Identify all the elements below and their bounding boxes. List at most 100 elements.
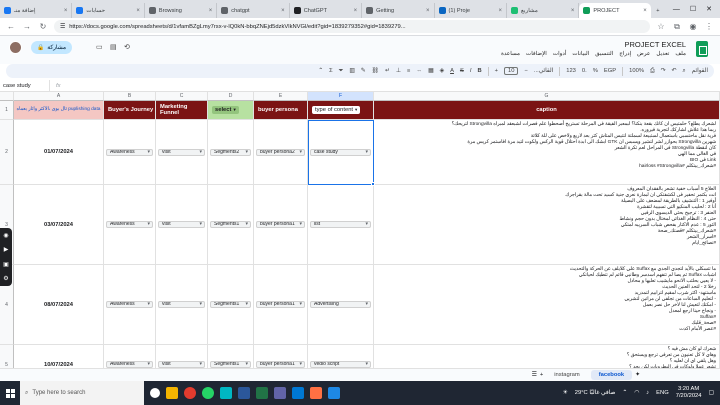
funnel-cell[interactable]: visit [156, 120, 208, 185]
language-indicator[interactable]: ENG [656, 390, 669, 396]
persona-cell[interactable]: buyer persona1 [254, 345, 308, 368]
teams-icon[interactable] [274, 387, 286, 399]
date-cell[interactable]: 03/07/2024 [14, 185, 104, 265]
funnel-dropdown-chip[interactable]: visit [158, 148, 205, 156]
wifi-icon[interactable]: ◠ [634, 390, 639, 396]
word-icon[interactable] [238, 387, 250, 399]
weather-text[interactable]: 29°C صافي غالبًا [575, 390, 616, 396]
browser-tab[interactable]: حسابات × [72, 3, 145, 18]
name-box[interactable]: case study [0, 79, 50, 92]
screen-icon[interactable]: ▣ [3, 261, 9, 268]
menu-item[interactable]: إدراج [619, 51, 631, 57]
type-cell[interactable]: Advertising [308, 265, 374, 345]
type-dropdown-chip[interactable]: list [310, 221, 371, 228]
filter-dropdown-icon[interactable]: ▾ [355, 107, 357, 112]
tray-expand-icon[interactable]: ⌃ [622, 390, 627, 396]
start-button[interactable] [0, 381, 20, 405]
browser-tab[interactable]: مشاريع × [507, 3, 580, 18]
type-dropdown-chip[interactable]: vedio script [310, 361, 371, 368]
explore-icon[interactable]: ✦ [635, 372, 640, 378]
journey-dropdown-chip[interactable]: Awareness [106, 361, 153, 368]
type-cell[interactable]: vedio script [308, 345, 374, 368]
column-header-g[interactable]: G [374, 92, 720, 101]
search-icon[interactable]: ⌕ [682, 68, 685, 75]
header-cell-d[interactable]: select ▾ [208, 101, 254, 120]
taskbar-search[interactable]: ⌕ Type here to search [20, 381, 144, 405]
journey-cell[interactable]: Awareness [104, 265, 156, 345]
font-size-increase-icon[interactable]: + [495, 68, 498, 74]
selection-fill-handle[interactable] [371, 182, 375, 186]
app-icon-3[interactable] [328, 387, 340, 399]
journey-dropdown-chip[interactable]: Awareness [106, 221, 153, 228]
chart-icon[interactable]: ▥ [349, 68, 354, 74]
extensions-icon[interactable]: ⧉ [672, 22, 682, 32]
journey-cell[interactable]: Awareness [104, 185, 156, 265]
file-explorer-icon[interactable] [166, 387, 178, 399]
app-icon-2[interactable] [310, 387, 322, 399]
type-dropdown-chip[interactable]: case study [310, 148, 371, 156]
align-icon[interactable]: ≡ [407, 68, 410, 74]
settings-icon[interactable]: ⚙ [3, 275, 8, 282]
persona-cell[interactable]: buyer persona2 [254, 120, 308, 185]
tab-close-icon[interactable]: × [498, 8, 502, 14]
zoom-select[interactable]: 100% [629, 68, 644, 74]
menu-item[interactable]: مساعدة [501, 51, 520, 57]
maximize-icon[interactable]: ☐ [690, 5, 696, 13]
video-call-icon[interactable]: ▭ [96, 43, 103, 51]
all-sheets-icon[interactable]: ☰ [532, 372, 537, 378]
back-icon[interactable]: ← [6, 22, 16, 31]
new-tab-button[interactable]: + [651, 3, 665, 18]
journey-dropdown-chip[interactable]: Awareness [106, 148, 153, 156]
header-cell-a[interactable]: ئال بوی ،الاکثر واثار بعماه puplishing d… [14, 101, 104, 120]
task-view-icon[interactable] [150, 388, 160, 398]
column-header-c[interactable]: C [156, 92, 208, 101]
avatar[interactable] [9, 41, 22, 54]
camera-icon[interactable]: ◉ [3, 232, 8, 239]
percent-format[interactable]: % [593, 68, 598, 74]
font-select[interactable]: القائي... [534, 68, 553, 74]
document-title[interactable]: PROJECT EXCEL [624, 40, 686, 49]
column-header-b[interactable]: B [104, 92, 156, 101]
menu-item[interactable]: ملف [675, 51, 686, 57]
row-header[interactable]: 1 [0, 101, 14, 120]
segment-dropdown-chip[interactable]: Segments1 [210, 221, 251, 228]
tab-close-icon[interactable]: × [281, 8, 285, 14]
persona-dropdown-chip[interactable]: buyer persona2 [256, 148, 305, 156]
column-header-e[interactable]: E [254, 92, 308, 101]
persona-cell[interactable]: buyer persona1 [254, 185, 308, 265]
browser-tab[interactable]: ChatGPT × [290, 3, 363, 18]
segment-cell[interactable]: Segments1 [208, 265, 254, 345]
tab-close-icon[interactable]: × [426, 8, 430, 14]
column-header-f[interactable]: F [308, 92, 374, 101]
redo-icon[interactable]: ↷ [661, 68, 666, 74]
header-cell-c[interactable]: Marketing Funnel [156, 101, 208, 120]
strikethrough-icon[interactable]: S [460, 68, 464, 74]
segment-dropdown-chip[interactable]: Segments1 [210, 301, 251, 308]
fill-color-icon[interactable]: ◈ [440, 68, 444, 74]
tab-close-icon[interactable]: × [354, 8, 358, 14]
funnel-cell[interactable]: visit [156, 345, 208, 368]
row-header[interactable]: 2 [0, 120, 14, 185]
segment-cell[interactable]: Segments1 [208, 345, 254, 368]
menu-item[interactable]: التنسيق [595, 51, 613, 57]
caption-cell[interactable]: ما تتسكلي بالأيد لتجدي الجدي مع Suffax ع… [374, 265, 720, 345]
date-cell[interactable]: 08/07/2024 [14, 265, 104, 345]
print-icon[interactable]: ⎙ [650, 68, 655, 75]
profile-icon[interactable]: ◉ [688, 22, 698, 31]
select-all-corner[interactable] [0, 92, 14, 101]
journey-cell[interactable]: Awareness [104, 120, 156, 185]
history-icon[interactable]: ⟲ [124, 43, 130, 51]
merge-icon[interactable]: ⇔ [416, 68, 422, 74]
link-icon[interactable]: ⛓ [372, 68, 379, 74]
number-format-icon[interactable]: 123 [566, 68, 576, 74]
menu-item[interactable]: أدوات [553, 51, 567, 57]
undo-icon[interactable]: ↶ [672, 68, 677, 74]
sheets-logo-icon[interactable] [696, 41, 708, 57]
edge-icon[interactable] [292, 387, 304, 399]
browser-tab[interactable]: chatgpt × [217, 3, 290, 18]
forward-icon[interactable]: → [22, 22, 32, 31]
menu-item[interactable]: الإضافات [526, 51, 547, 57]
browser-tab[interactable]: (1) Proje × [435, 3, 507, 18]
header-cell-e[interactable]: buyer persona [254, 101, 308, 120]
funnel-dropdown-chip[interactable]: visit [158, 361, 205, 368]
